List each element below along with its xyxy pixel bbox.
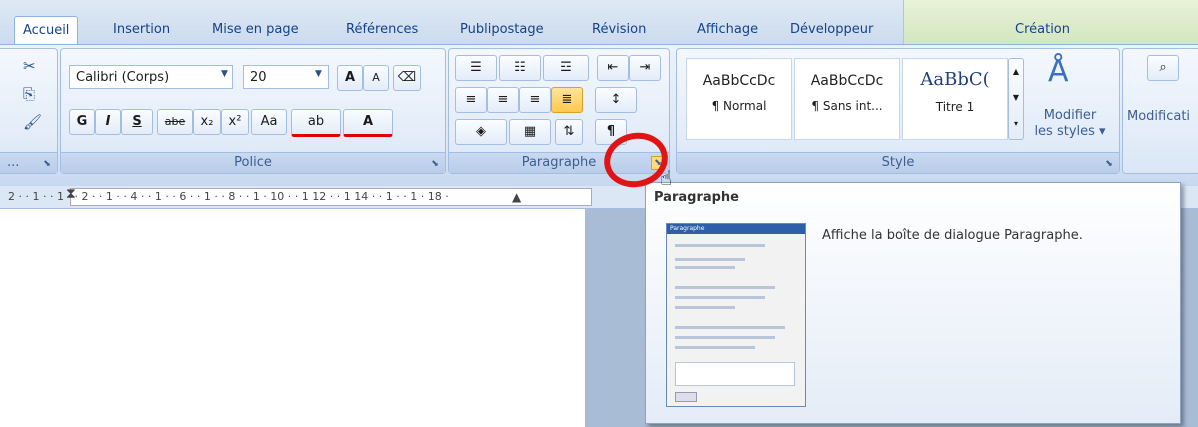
multilevel-list-icon[interactable]: ☲	[543, 55, 589, 81]
bullets-icon[interactable]: ☰	[455, 55, 497, 81]
style-sample: AaBbC(	[920, 69, 990, 90]
police-group-label: Police	[61, 152, 445, 173]
ribbon-tab-bar: Accueil Insertion Mise en page Référence…	[0, 0, 1198, 45]
style-gallery-item-normal[interactable]: AaBbCcDc ¶ Normal	[686, 58, 792, 140]
style-sample: AaBbCcDc	[810, 73, 884, 89]
style-launcher-icon[interactable]: ⬊	[1103, 158, 1115, 170]
police-group: Calibri (Corps) ▼ 20 ▼ A A ⌫ G I S abe x…	[60, 48, 446, 174]
tab-revision[interactable]: Révision	[592, 18, 646, 42]
clipboard-launcher-icon[interactable]: ⬊	[41, 158, 53, 170]
find-icon[interactable]: ⌕	[1147, 55, 1179, 81]
grow-font-button[interactable]: A	[337, 65, 363, 91]
style-gallery-scroll[interactable]: ▲ ▼ ▾	[1008, 58, 1024, 140]
style-name: ¶ Normal	[711, 99, 767, 113]
super-tooltip: Paragraphe Affiche la boîte de dialogue …	[645, 182, 1181, 424]
format-painter-icon[interactable]: 🖌	[23, 113, 42, 131]
style-sample: AaBbCcDc	[702, 73, 776, 89]
hand-cursor-icon: ☝	[660, 166, 673, 190]
tab-accueil[interactable]: Accueil	[14, 16, 79, 45]
modify-styles-label[interactable]: Modifier	[1030, 108, 1110, 123]
decrease-indent-icon[interactable]: ⇤	[597, 55, 629, 81]
style-gallery-item-sans-interligne[interactable]: AaBbCcDc ¶ Sans int...	[794, 58, 900, 140]
tooltip-description: Affiche la boîte de dialogue Paragraphe.	[822, 228, 1083, 243]
superscript-button[interactable]: x²	[221, 109, 249, 135]
tab-publipostage[interactable]: Publipostage	[460, 18, 544, 42]
font-name-dropdown-icon[interactable]: ▼	[221, 69, 228, 79]
tab-developpeur[interactable]: Développeur	[790, 18, 873, 42]
clear-format-icon[interactable]: ⌫	[393, 65, 421, 91]
modify-styles-label-2[interactable]: les styles ▾	[1030, 124, 1110, 139]
style-name: ¶ Sans int...	[811, 99, 883, 113]
police-launcher-icon[interactable]: ⬊	[429, 158, 441, 170]
style-group-label: Style	[677, 152, 1119, 173]
copy-icon[interactable]: ⎘	[23, 85, 35, 103]
font-name-combobox[interactable]: Calibri (Corps)	[69, 65, 233, 89]
line-spacing-icon[interactable]: ↕	[595, 87, 637, 113]
change-case-button[interactable]: Aa	[251, 109, 287, 135]
editing-label[interactable]: Modificati	[1127, 109, 1190, 124]
tab-mise-en-page[interactable]: Mise en page	[212, 18, 299, 42]
tab-creation[interactable]: Création	[1015, 18, 1070, 42]
tooltip-title: Paragraphe	[654, 190, 740, 205]
align-center-icon[interactable]: ≡	[487, 87, 519, 113]
borders-icon[interactable]: ▦	[509, 119, 551, 145]
increase-indent-icon[interactable]: ⇥	[629, 55, 661, 81]
align-left-icon[interactable]: ≡	[455, 87, 487, 113]
numbering-icon[interactable]: ☷	[499, 55, 541, 81]
cut-icon[interactable]: ✂	[23, 57, 36, 75]
tab-affichage[interactable]: Affichage	[697, 18, 758, 42]
highlight-button[interactable]: ab	[291, 109, 341, 137]
shading-icon[interactable]: ◈	[455, 119, 507, 145]
tab-insertion[interactable]: Insertion	[113, 18, 170, 42]
style-name: Titre 1	[935, 100, 975, 114]
indent-marker-icon[interactable]: ⧗	[66, 186, 76, 202]
editing-group: ⌕ Modificati	[1122, 48, 1198, 174]
align-right-icon[interactable]: ≡	[519, 87, 551, 113]
style-gallery-item-titre-1[interactable]: AaBbC( Titre 1	[902, 58, 1008, 140]
preview-title: Paragraphe	[667, 224, 805, 234]
document-page[interactable]	[0, 209, 585, 427]
subscript-button[interactable]: x₂	[193, 109, 221, 135]
italic-button[interactable]: I	[95, 109, 121, 135]
tooltip-dialog-preview: Paragraphe	[666, 223, 806, 407]
justify-icon[interactable]: ≣	[551, 87, 583, 113]
clipboard-group: ✂ ⎘ 🖌 ... ⬊	[0, 48, 58, 174]
right-indent-marker-icon[interactable]: ▲	[512, 190, 521, 204]
modify-styles-icon[interactable]: Å	[1048, 54, 1069, 89]
strikethrough-button[interactable]: abe	[157, 109, 193, 135]
font-size-dropdown-icon[interactable]: ▼	[315, 69, 322, 79]
shrink-font-button[interactable]: A	[363, 65, 389, 91]
sort-icon[interactable]: ⇅	[555, 119, 583, 145]
underline-button[interactable]: S	[121, 109, 153, 135]
bold-button[interactable]: G	[69, 109, 95, 135]
tab-references[interactable]: Références	[346, 18, 418, 42]
font-color-button[interactable]: A	[343, 109, 393, 137]
